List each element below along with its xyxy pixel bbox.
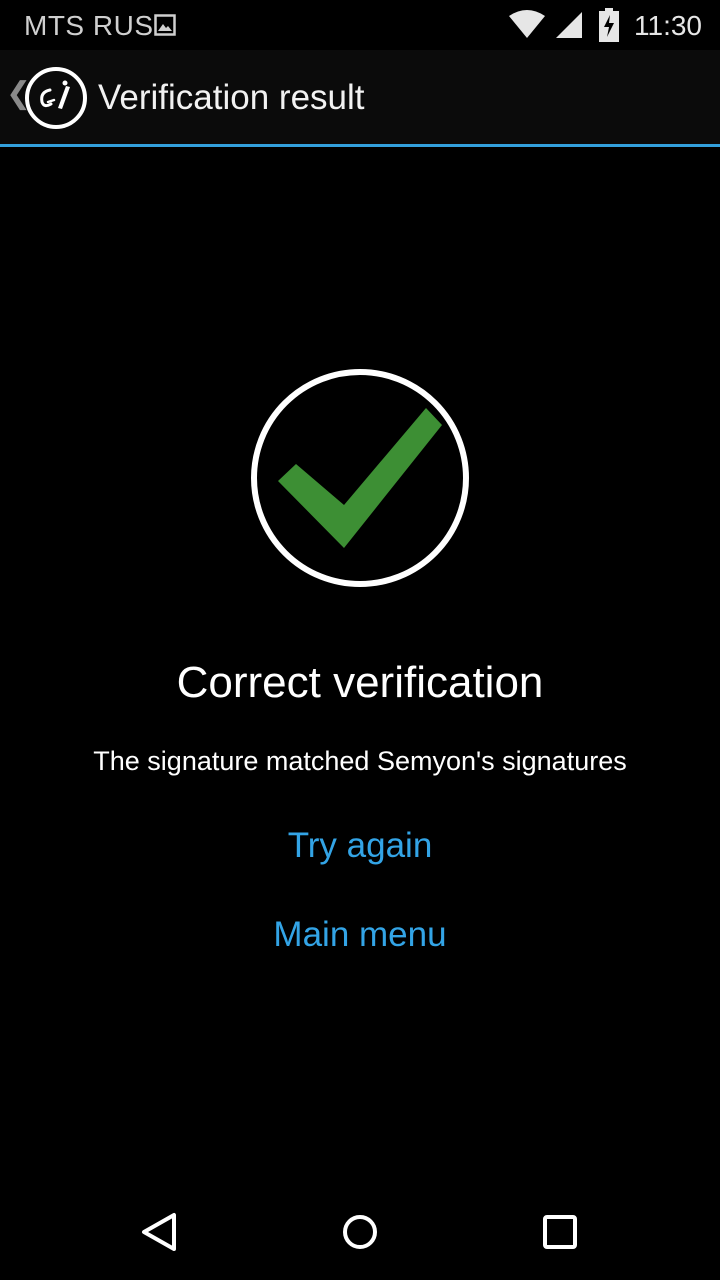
home-circle-icon[interactable] — [334, 1206, 386, 1258]
result-message: The signature matched Semyon's signature… — [93, 746, 627, 776]
back-triangle-icon[interactable] — [134, 1206, 186, 1258]
recents-square-icon[interactable] — [534, 1206, 586, 1258]
status-bar: MTS RUS 11:30 — [0, 0, 720, 50]
clock-time: 11:30 — [634, 10, 702, 41]
try-again-button[interactable]: Try again — [0, 826, 720, 866]
gallery-icon — [154, 14, 176, 36]
signature-pen-icon[interactable] — [24, 66, 88, 130]
page-title: Verification result — [98, 78, 365, 117]
checkmark-icon — [251, 369, 469, 587]
battery-charging-icon — [599, 8, 619, 42]
wifi-icon — [509, 10, 545, 38]
cell-signal-icon — [556, 12, 582, 38]
main-menu-button[interactable]: Main menu — [0, 915, 720, 955]
screen: MTS RUS 11:30 ❮ Verification result Corr… — [0, 0, 720, 1280]
action-bar: ❮ Verification result — [0, 50, 720, 147]
result-title: Correct verification — [176, 658, 544, 707]
carrier-name: MTS RUS — [24, 10, 154, 41]
navigation-bar — [0, 1184, 720, 1280]
